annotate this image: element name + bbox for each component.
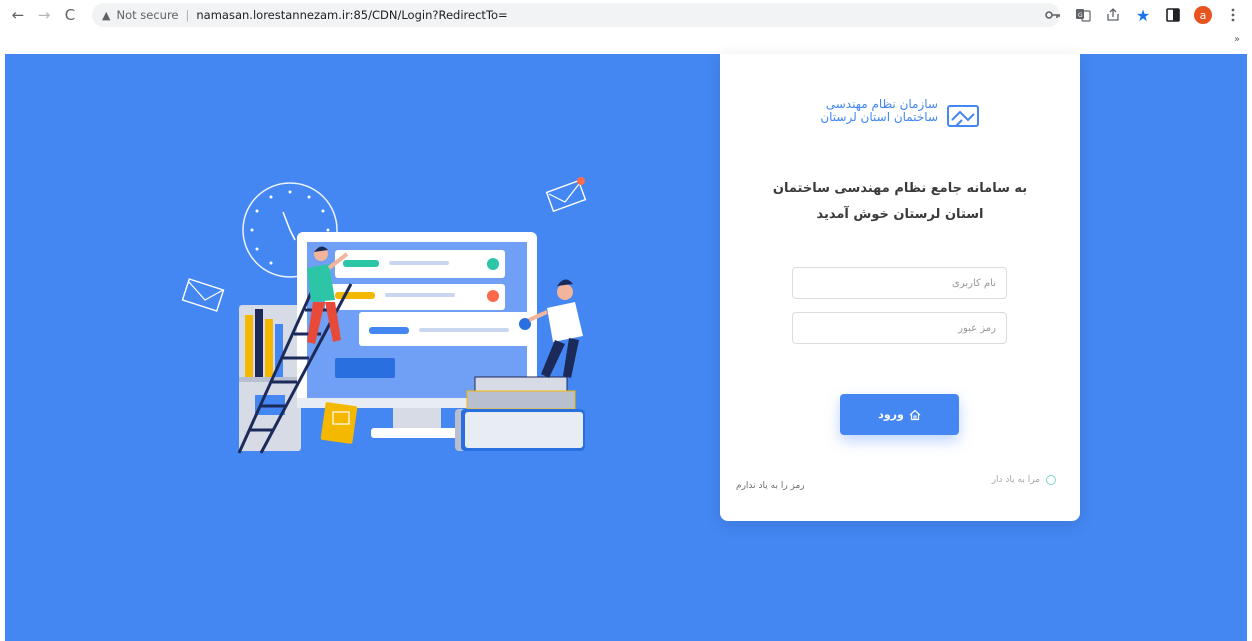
- profile-avatar[interactable]: a: [1194, 6, 1212, 24]
- envelope-right-icon: [545, 177, 587, 213]
- security-status[interactable]: Not secure: [116, 8, 178, 22]
- books-stack: [455, 376, 585, 451]
- side-panel-icon[interactable]: [1164, 6, 1182, 24]
- forward-arrow-icon: →: [37, 6, 51, 24]
- browser-toolbar: ← → C ▲ Not secure | namasan.lorestannez…: [0, 0, 1252, 30]
- bookmarks-overflow-button[interactable]: »: [1234, 34, 1240, 45]
- welcome-heading-line-1: به سامانه جامع نظام مهندسی ساختمان: [772, 181, 1028, 196]
- bookmark-star-icon[interactable]: ★: [1134, 6, 1152, 25]
- back-arrow-icon: ←: [11, 6, 25, 24]
- logo-line-2: ساختمان استان لرستان: [820, 110, 938, 124]
- forgot-password-link[interactable]: رمز را به یاد ندارم: [736, 481, 805, 491]
- envelope-left-icon: [181, 278, 225, 312]
- organization-logo: سازمان نظام مهندسی ساختمان استان لرستان: [820, 98, 980, 138]
- logo-text: سازمان نظام مهندسی ساختمان استان لرستان: [820, 98, 938, 124]
- login-card: سازمان نظام مهندسی ساختمان استان لرستان …: [720, 54, 1080, 521]
- svg-text:G: G: [1078, 12, 1083, 19]
- login-button-label: ورود: [878, 408, 904, 421]
- remember-me-label: مرا به یاد دار: [991, 475, 1040, 485]
- warning-icon: ▲: [102, 8, 111, 22]
- password-field[interactable]: [792, 312, 1007, 344]
- sticky-note: [320, 402, 358, 444]
- more-menu-icon[interactable]: [1224, 6, 1242, 24]
- handshake-logo-icon: [947, 105, 979, 127]
- address-separator: |: [185, 8, 190, 22]
- reload-button[interactable]: C: [58, 3, 82, 27]
- welcome-heading-line-2: استان لرستان خوش آمدید: [816, 207, 984, 222]
- remember-me-option[interactable]: مرا به یاد دار: [992, 475, 1056, 485]
- share-icon[interactable]: [1104, 6, 1122, 24]
- browser-actions: G ★ a: [1044, 4, 1242, 26]
- forward-button[interactable]: →: [32, 3, 56, 27]
- username-field[interactable]: [792, 267, 1007, 299]
- remember-me-radio[interactable]: [1046, 475, 1056, 485]
- translate-icon[interactable]: G: [1074, 6, 1092, 24]
- workspace-illustration: [181, 177, 587, 454]
- address-bar[interactable]: ▲ Not secure | namasan.lorestannezam.ir:…: [92, 3, 1060, 27]
- person-standing: [528, 279, 583, 378]
- back-button[interactable]: ←: [6, 3, 30, 27]
- key-icon[interactable]: [1044, 6, 1062, 24]
- reload-icon: C: [64, 6, 76, 24]
- login-button[interactable]: ورود: [840, 394, 959, 435]
- home-icon: [909, 409, 921, 420]
- url-text[interactable]: namasan.lorestannezam.ir:85/CDN/Login?Re…: [196, 8, 507, 22]
